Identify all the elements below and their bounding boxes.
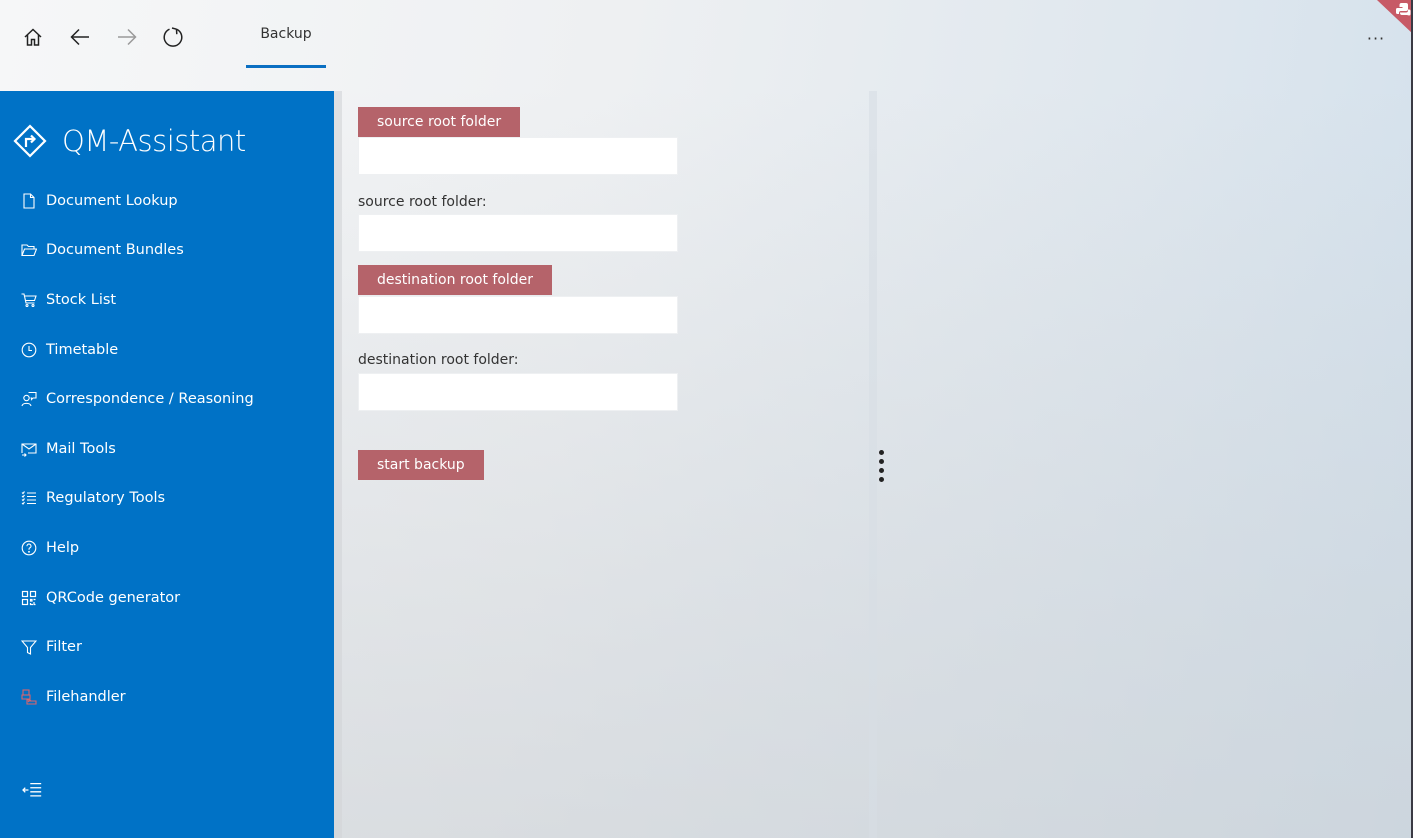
backup-form: source root folder source root folder: d… xyxy=(334,91,874,838)
direction-sign-icon xyxy=(13,124,47,158)
source-root-folder-picker-field[interactable] xyxy=(358,137,678,175)
sidebar-item-label: Document Lookup xyxy=(46,192,178,209)
sidebar-item-label: QRCode generator xyxy=(46,589,181,606)
python-icon xyxy=(1377,0,1413,34)
sidebar-item-label: Document Bundles xyxy=(46,242,184,259)
app-title: QM-Assistant xyxy=(62,124,246,158)
refresh-button[interactable] xyxy=(158,22,188,52)
mail-forward-icon xyxy=(21,443,37,457)
file-transfer-icon xyxy=(21,689,37,705)
sidebar-item-label: Help xyxy=(46,539,80,556)
destination-root-folder-button[interactable]: destination root folder xyxy=(358,265,553,295)
destination-root-folder-label: destination root folder: xyxy=(358,352,519,368)
sidebar: QM-Assistant Document Lookup Document Bu… xyxy=(0,91,334,838)
sidebar-item-document-bundles[interactable]: Document Bundles xyxy=(0,226,334,276)
sidebar-item-label: Filter xyxy=(46,639,82,656)
sidebar-item-filter[interactable]: Filter xyxy=(0,622,334,672)
destination-root-folder-input[interactable] xyxy=(358,373,678,411)
sidebar-item-label: Correspondence / Reasoning xyxy=(46,391,254,408)
splitter-grip-icon[interactable] xyxy=(877,450,885,484)
person-chat-icon xyxy=(21,392,37,407)
back-button[interactable] xyxy=(65,22,95,52)
sidebar-item-stock-list[interactable]: Stock List xyxy=(0,275,334,325)
forward-arrow-icon xyxy=(118,28,137,46)
qr-code-icon xyxy=(21,590,37,605)
back-arrow-icon xyxy=(70,28,89,46)
sidebar-item-help[interactable]: Help xyxy=(0,523,334,573)
home-icon xyxy=(24,28,42,46)
source-root-folder-button[interactable]: source root folder xyxy=(358,107,521,137)
document-icon xyxy=(23,193,35,209)
checklist-icon xyxy=(21,491,36,506)
sidebar-nav: Document Lookup Document Bundles Stock L… xyxy=(0,176,334,722)
sidebar-item-regulatory-tools[interactable]: Regulatory Tools xyxy=(0,474,334,524)
sidebar-item-qrcode-generator[interactable]: QRCode generator xyxy=(0,573,334,623)
sidebar-item-label: Stock List xyxy=(46,291,117,308)
help-circle-icon xyxy=(21,540,37,556)
folder-open-icon xyxy=(21,244,37,257)
top-bar: Backup ··· xyxy=(0,0,1413,91)
source-root-folder-label: source root folder: xyxy=(358,194,487,210)
home-button[interactable] xyxy=(18,22,48,52)
sidebar-item-mail-tools[interactable]: Mail Tools xyxy=(0,424,334,474)
sidebar-item-label: Timetable xyxy=(46,341,119,358)
destination-root-folder-picker-field[interactable] xyxy=(358,296,678,334)
sidebar-item-filehandler[interactable]: Filehandler xyxy=(0,672,334,722)
tab-backup-label: Backup xyxy=(260,26,312,42)
sidebar-item-correspondence-reasoning[interactable]: Correspondence / Reasoning xyxy=(0,374,334,424)
sidebar-item-document-lookup[interactable]: Document Lookup xyxy=(0,176,334,226)
filter-icon xyxy=(21,640,37,656)
start-backup-button[interactable]: start backup xyxy=(358,450,484,480)
refresh-icon xyxy=(163,27,183,47)
collapse-menu-icon xyxy=(22,783,42,797)
brand: QM-Assistant xyxy=(12,121,246,161)
forward-button[interactable] xyxy=(112,22,142,52)
sidebar-item-timetable[interactable]: Timetable xyxy=(0,325,334,375)
clock-icon xyxy=(21,342,37,357)
sidebar-item-label: Filehandler xyxy=(46,688,126,705)
sidebar-item-label: Regulatory Tools xyxy=(46,490,166,507)
tab-backup[interactable]: Backup xyxy=(246,0,326,68)
source-root-folder-input[interactable] xyxy=(358,214,678,252)
collapse-sidebar-button[interactable] xyxy=(20,779,46,801)
pane-splitter[interactable] xyxy=(869,91,877,838)
shopping-cart-icon xyxy=(21,293,37,308)
sidebar-item-label: Mail Tools xyxy=(46,440,116,457)
